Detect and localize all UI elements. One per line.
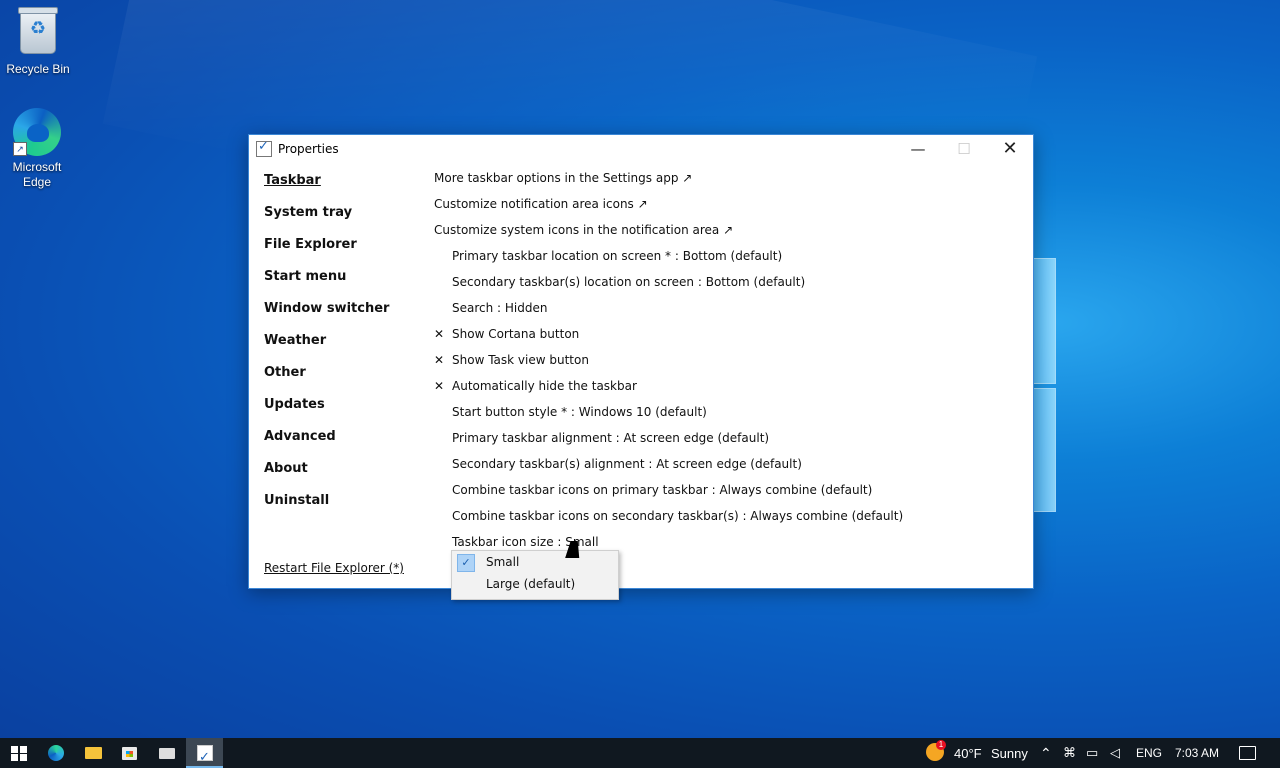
sidebar-item-updates[interactable]: Updates (264, 395, 414, 427)
properties-window: Properties — ☐ ✕ Taskbar System tray Fil… (248, 134, 1034, 589)
menu-item-label: Large (default) (486, 577, 576, 591)
taskbar-options-list: More taskbar options in the Settings app… (434, 169, 1024, 559)
sidebar-item-system-tray[interactable]: System tray (264, 203, 414, 235)
taskbar-clock[interactable]: 7:03 AM (1175, 746, 1219, 760)
menu-item-label: Small (486, 555, 520, 569)
restart-file-explorer-link[interactable]: Restart File Explorer (*) (264, 561, 404, 575)
desktop-icon-label: Microsoft Edge (12, 160, 62, 189)
option-primary-location[interactable]: Primary taskbar location on screen * : B… (434, 247, 1024, 273)
option-label: Show Task view button (452, 353, 589, 367)
sidebar-item-other[interactable]: Other (264, 363, 414, 395)
taskbar-edge-button[interactable] (37, 738, 74, 768)
wallpaper-logo-top (1032, 258, 1056, 384)
weather-condition[interactable]: Sunny (991, 746, 1028, 761)
desktop-icon-edge[interactable]: ↗ Microsoft Edge (0, 108, 75, 190)
start-button[interactable] (0, 738, 37, 768)
sidebar-item-start-menu[interactable]: Start menu (264, 267, 414, 299)
menu-item-small[interactable]: ✓ Small (452, 551, 618, 573)
sidebar-item-uninstall[interactable]: Uninstall (264, 491, 414, 523)
desktop-icon-label: Recycle Bin (6, 62, 70, 76)
wallpaper-logo-bottom (1032, 388, 1056, 512)
minimize-button[interactable]: — (895, 135, 941, 165)
shortcut-arrow-icon: ↗ (13, 142, 27, 156)
option-combine-primary[interactable]: Combine taskbar icons on primary taskbar… (434, 481, 1024, 507)
maximize-button[interactable]: ☐ (941, 135, 987, 165)
windows-logo-icon (11, 746, 27, 761)
weather-badge: 1 (936, 740, 946, 750)
sidebar-nav: Taskbar System tray File Explorer Start … (264, 171, 414, 523)
window-titlebar[interactable]: Properties — ☐ ✕ (249, 135, 1033, 165)
sidebar-item-weather[interactable]: Weather (264, 331, 414, 363)
weather-temperature[interactable]: 40°F (954, 746, 982, 761)
sidebar-item-about[interactable]: About (264, 459, 414, 491)
option-start-button-style[interactable]: Start button style * : Windows 10 (defau… (434, 403, 1024, 429)
edge-icon (48, 745, 64, 761)
sidebar-item-window-switcher[interactable]: Window switcher (264, 299, 414, 331)
close-button[interactable]: ✕ (987, 135, 1033, 165)
tray-chevron-up-icon[interactable]: ⌃ (1040, 745, 1052, 762)
notification-icons-link[interactable]: Customize notification area icons ↗ (434, 195, 1024, 221)
option-combine-secondary[interactable]: Combine taskbar icons on secondary taskb… (434, 507, 1024, 533)
menu-item-large[interactable]: Large (default) (452, 573, 618, 595)
sidebar-item-advanced[interactable]: Advanced (264, 427, 414, 459)
taskbar-mail-button[interactable] (148, 738, 185, 768)
language-indicator[interactable]: ENG (1136, 746, 1162, 760)
checkmark-icon: ✓ (457, 554, 475, 572)
recycle-bin-icon: ♻ (14, 7, 62, 58)
taskbar: 1 40°F Sunny ⌃ ⌘ ▭ ◁ ENG 7:03 AM (0, 738, 1280, 768)
store-icon (122, 747, 137, 760)
desktop-icon-recycle-bin[interactable]: ♻ Recycle Bin (0, 6, 76, 77)
window-title: Properties (278, 142, 339, 156)
app-checkmark-icon (256, 139, 272, 157)
unchecked-x-icon: ✕ (434, 353, 445, 367)
option-primary-alignment[interactable]: Primary taskbar alignment : At screen ed… (434, 429, 1024, 455)
unchecked-x-icon: ✕ (434, 379, 445, 393)
option-auto-hide[interactable]: ✕ Automatically hide the taskbar (434, 377, 1024, 403)
volume-muted-icon[interactable]: ◁ (1110, 745, 1120, 761)
option-label: Automatically hide the taskbar (452, 379, 637, 393)
taskbar-properties-button[interactable] (186, 738, 223, 768)
mail-icon (159, 748, 175, 759)
notification-center-icon[interactable] (1239, 746, 1256, 760)
folder-icon (85, 747, 102, 759)
system-icons-link[interactable]: Customize system icons in the notificati… (434, 221, 1024, 247)
option-secondary-alignment[interactable]: Secondary taskbar(s) alignment : At scre… (434, 455, 1024, 481)
network-icon[interactable]: ▭ (1086, 745, 1098, 761)
app-checkmark-icon (197, 742, 213, 768)
taskbar-store-button[interactable] (111, 738, 148, 768)
meet-now-icon[interactable]: ⌘ (1063, 745, 1076, 761)
sidebar-item-file-explorer[interactable]: File Explorer (264, 235, 414, 267)
option-label: Show Cortana button (452, 327, 580, 341)
settings-app-link[interactable]: More taskbar options in the Settings app… (434, 169, 1024, 195)
icon-size-menu: ✓ Small Large (default) (451, 550, 619, 600)
option-show-cortana[interactable]: ✕ Show Cortana button (434, 325, 1024, 351)
option-search[interactable]: Search : Hidden (434, 299, 1024, 325)
option-show-task-view[interactable]: ✕ Show Task view button (434, 351, 1024, 377)
unchecked-x-icon: ✕ (434, 327, 445, 341)
edge-icon: ↗ (13, 108, 61, 156)
sidebar-item-taskbar[interactable]: Taskbar (264, 171, 414, 203)
taskbar-file-explorer-button[interactable] (74, 738, 111, 768)
option-secondary-location[interactable]: Secondary taskbar(s) location on screen … (434, 273, 1024, 299)
